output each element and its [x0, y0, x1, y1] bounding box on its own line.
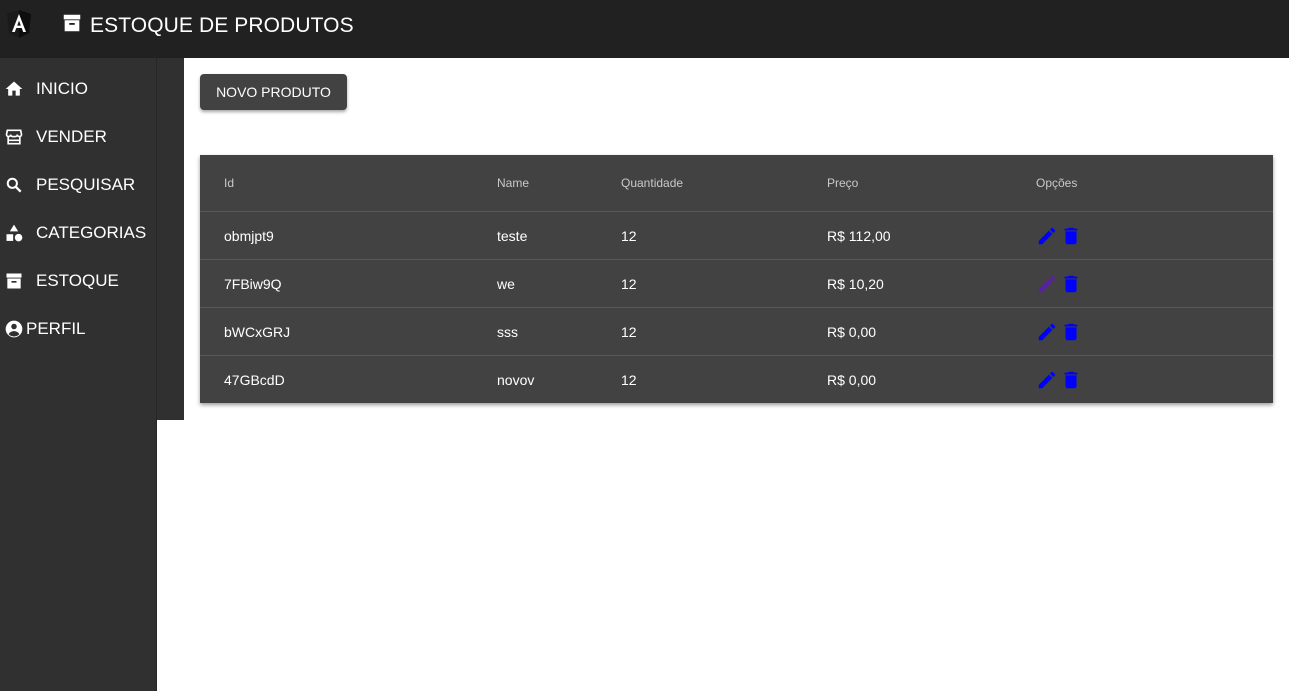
page-title: ESTOQUE DE PRODUTOS: [90, 14, 354, 37]
edit-icon[interactable]: [1036, 225, 1058, 247]
top-bar: ESTOQUE DE PRODUTOS: [0, 0, 1289, 58]
column-header-id[interactable]: Id: [224, 155, 234, 211]
sidebar-item-categorias[interactable]: CATEGORIAS: [0, 213, 157, 253]
cell-quantity: 12: [621, 323, 637, 340]
sidebar-item-label: VENDER: [36, 127, 107, 146]
sidebar-item-estoque[interactable]: ESTOQUE: [0, 261, 157, 301]
sidebar-item-pesquisar[interactable]: PESQUISAR: [0, 165, 157, 205]
cell-name: sss: [497, 323, 518, 340]
table-row: bWCxGRJ sss 12 R$ 0,00: [200, 307, 1273, 355]
column-header-quantity[interactable]: Quantidade: [621, 155, 683, 211]
column-header-name[interactable]: Name: [497, 155, 529, 211]
row-actions: [1036, 260, 1082, 307]
products-table: Id Name Quantidade Preço Opções obmjpt9 …: [200, 155, 1273, 403]
cell-price: R$ 0,00: [827, 323, 877, 340]
cell-price: R$ 0,00: [827, 371, 877, 388]
edit-icon[interactable]: [1036, 369, 1058, 391]
row-actions: [1036, 356, 1082, 403]
archive-icon: [63, 14, 81, 32]
cell-name: teste: [497, 227, 528, 244]
home-icon: [5, 81, 23, 96]
delete-icon[interactable]: [1060, 273, 1082, 295]
sidebar-item-perfil[interactable]: PERFIL: [0, 309, 157, 349]
delete-icon[interactable]: [1060, 369, 1082, 391]
cell-id: obmjpt9: [224, 227, 274, 244]
cell-price: R$ 10,20: [827, 275, 884, 292]
sidebar-item-label: ESTOQUE: [36, 271, 119, 290]
cell-quantity: 12: [621, 275, 637, 292]
delete-icon[interactable]: [1060, 225, 1082, 247]
new-product-button[interactable]: NOVO PRODUTO: [200, 74, 347, 110]
edit-icon[interactable]: [1036, 321, 1058, 343]
cell-id: 47GBcdD: [224, 371, 285, 388]
column-header-options: Opções: [1036, 176, 1078, 190]
column-header-price[interactable]: Preço: [827, 155, 858, 211]
cell-id: 7FBiw9Q: [224, 275, 282, 292]
table-row: 7FBiw9Q we 12 R$ 10,20: [200, 259, 1273, 307]
sidebar-item-label: INICIO: [36, 79, 88, 98]
delete-icon[interactable]: [1060, 321, 1082, 343]
edit-icon[interactable]: [1036, 273, 1058, 295]
cell-id: bWCxGRJ: [224, 323, 291, 340]
table-row: obmjpt9 teste 12 R$ 112,00: [200, 211, 1273, 259]
archive-icon: [6, 273, 22, 289]
account-circle-icon: [5, 320, 23, 338]
sidebar-item-label: PERFIL: [26, 319, 86, 338]
table-header-row: Id Name Quantidade Preço Opções: [200, 155, 1273, 211]
cell-price: R$ 112,00: [827, 227, 891, 244]
cell-name: novov: [497, 371, 535, 388]
search-icon: [6, 177, 22, 193]
sidebar-item-inicio[interactable]: INICIO: [0, 69, 157, 109]
sidebar-item-label: CATEGORIAS: [36, 223, 147, 242]
sidebar-item-label: PESQUISAR: [36, 175, 136, 194]
angular-logo-icon: [7, 10, 31, 38]
cell-name: we: [497, 275, 515, 292]
table-row: 47GBcdD novov 12 R$ 0,00: [200, 355, 1273, 403]
sidebar-edge: [157, 58, 184, 420]
sidebar-item-vender[interactable]: VENDER: [0, 117, 157, 157]
category-icon: [6, 224, 23, 242]
row-actions: [1036, 308, 1082, 355]
cell-quantity: 12: [621, 371, 637, 388]
cell-quantity: 12: [621, 227, 637, 244]
store-icon: [5, 129, 23, 145]
row-actions: [1036, 212, 1082, 259]
